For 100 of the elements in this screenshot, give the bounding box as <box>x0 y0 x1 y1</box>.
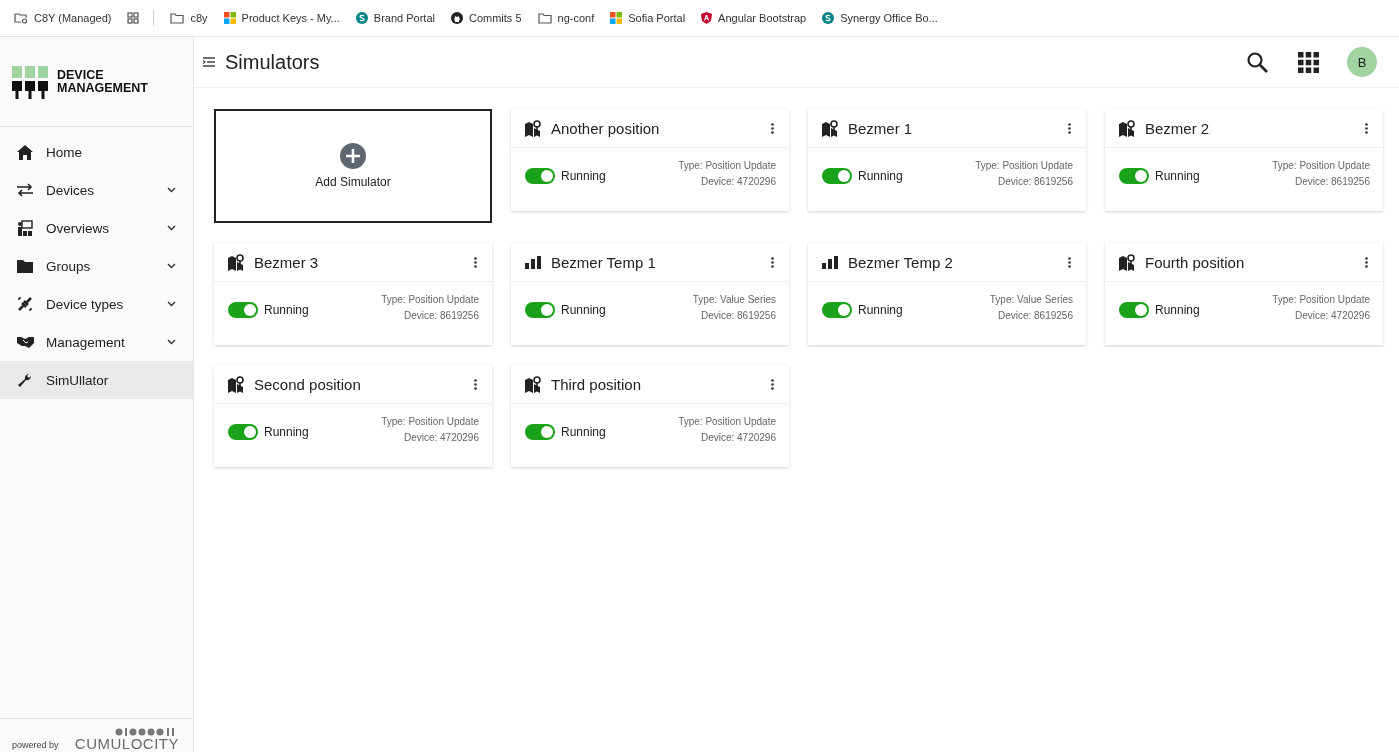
device-id: Device: 8619256 <box>1293 175 1370 189</box>
simulator-name: Bezmer Temp 1 <box>551 253 657 271</box>
bar-chart-icon <box>822 255 838 269</box>
bookmark-link[interactable]: Product Keys - My... <box>223 12 340 24</box>
simulator-name: Bezmer Temp 2 <box>848 253 954 271</box>
bookmark-link[interactable]: Brand Portal <box>355 12 435 24</box>
simulator-name: Another position <box>551 119 661 137</box>
swap-arrows-icon <box>17 183 33 197</box>
powered-by-text: powered by <box>12 740 59 750</box>
folder-icon <box>170 12 185 24</box>
cat-logo-icon <box>450 12 463 24</box>
status-label: Running <box>561 169 606 183</box>
toggle-switch[interactable] <box>1119 168 1149 184</box>
chevron-down-icon[interactable] <box>167 225 176 231</box>
s-logo-icon <box>822 12 835 24</box>
nav-item[interactable]: Devices <box>0 171 193 209</box>
simulator-type: Type: Position Update <box>1272 159 1370 173</box>
nav-item[interactable]: Overviews <box>0 209 193 247</box>
brand-title: MANAGEMENT <box>57 81 148 95</box>
grid-icon[interactable] <box>127 12 140 24</box>
device-id: Device: 8619256 <box>996 175 1073 189</box>
add-simulator-button[interactable]: Add Simulator <box>214 109 492 223</box>
simulator-name: Third position <box>551 375 643 393</box>
bookmark-link[interactable]: Sofia Portal <box>610 12 686 24</box>
toggle-switch[interactable] <box>228 424 258 440</box>
chevron-down-icon[interactable] <box>167 301 176 307</box>
home-icon <box>17 144 33 160</box>
plug-icon <box>17 296 33 312</box>
more-menu-icon[interactable] <box>769 122 776 134</box>
device-id: Device: 4720296 <box>402 431 479 445</box>
more-menu-icon[interactable] <box>1066 122 1073 134</box>
toggle-switch[interactable] <box>525 302 555 318</box>
status-label: Running <box>858 169 903 183</box>
more-menu-icon[interactable] <box>1066 256 1073 268</box>
presentation-icon <box>17 220 33 236</box>
nav-item[interactable]: Device types <box>0 285 193 323</box>
search-icon[interactable] <box>1247 51 1268 73</box>
more-menu-icon[interactable] <box>1363 256 1370 268</box>
bookmark-link[interactable]: Angular Bootstrap <box>701 12 807 24</box>
simulator-name: Fourth position <box>1145 253 1246 271</box>
toggle-switch[interactable] <box>822 302 852 318</box>
status-label: Running <box>858 303 903 317</box>
device-id: Device: 8619256 <box>996 309 1073 323</box>
brand-title: DEVICE <box>57 68 105 82</box>
map-pin-icon <box>228 253 244 271</box>
nav-item[interactable]: Home <box>0 133 193 171</box>
handshake-icon <box>17 336 34 348</box>
page-title: Simulators <box>225 50 321 74</box>
more-menu-icon[interactable] <box>769 256 776 268</box>
device-id: Device: 4720296 <box>1293 309 1370 323</box>
folder-icon <box>537 12 552 24</box>
simulator-type: Type: Position Update <box>1272 293 1370 307</box>
toggle-switch[interactable] <box>228 302 258 318</box>
map-pin-icon <box>1119 119 1135 137</box>
status-label: Running <box>561 425 606 439</box>
map-pin-icon <box>525 375 541 393</box>
simulator-type: Type: Value Series <box>989 293 1073 307</box>
bookmark-link[interactable]: ng-conf <box>537 12 595 24</box>
toggle-switch[interactable] <box>525 168 555 184</box>
bookmark-link[interactable]: c8y <box>170 12 208 24</box>
more-menu-icon[interactable] <box>472 378 479 390</box>
app-grid-icon[interactable] <box>1298 51 1319 73</box>
simulator-name: Second position <box>254 375 362 393</box>
nav-item[interactable]: Management <box>0 323 193 361</box>
toggle-switch[interactable] <box>1119 302 1149 318</box>
chevron-down-icon[interactable] <box>167 263 176 269</box>
status-label: Running <box>264 303 309 317</box>
bookmark-link[interactable]: Commits 5 <box>450 12 522 24</box>
bar-chart-icon <box>525 255 541 269</box>
shield-icon <box>701 12 713 24</box>
four-squares-icon <box>610 12 623 24</box>
simulator-type: Type: Value Series <box>692 293 776 307</box>
more-menu-icon[interactable] <box>1363 122 1370 134</box>
simulator-name: Bezmer 1 <box>848 119 914 137</box>
four-squares-icon <box>223 12 236 24</box>
folder-icon <box>17 259 33 273</box>
simulator-type: Type: Position Update <box>381 415 479 429</box>
more-menu-icon[interactable] <box>472 256 479 268</box>
menu-toggle-icon[interactable] <box>203 57 215 67</box>
bookmark-link[interactable]: Synergy Office Bo... <box>822 12 938 24</box>
chevron-down-icon[interactable] <box>167 339 176 345</box>
nav-item[interactable]: Groups <box>0 247 193 285</box>
chevron-down-icon[interactable] <box>167 187 176 193</box>
nav-item[interactable]: SimUllator <box>0 361 193 399</box>
map-pin-icon <box>525 119 541 137</box>
toggle-switch[interactable] <box>525 424 555 440</box>
status-label: Running <box>264 425 309 439</box>
simulator-type: Type: Position Update <box>975 159 1073 173</box>
device-id: Device: 4720296 <box>699 431 776 445</box>
device-id: Device: 8619256 <box>402 309 479 323</box>
map-pin-icon <box>822 119 838 137</box>
wrench-icon <box>17 372 32 388</box>
user-avatar[interactable]: B <box>1347 47 1377 77</box>
bookmark-link[interactable]: C8Y (Managed) <box>14 12 112 24</box>
more-menu-icon[interactable] <box>769 378 776 390</box>
map-pin-icon <box>1119 253 1135 271</box>
plus-circle-icon <box>340 143 366 169</box>
simulator-type: Type: Position Update <box>678 159 776 173</box>
toggle-switch[interactable] <box>822 168 852 184</box>
status-label: Running <box>561 303 606 317</box>
